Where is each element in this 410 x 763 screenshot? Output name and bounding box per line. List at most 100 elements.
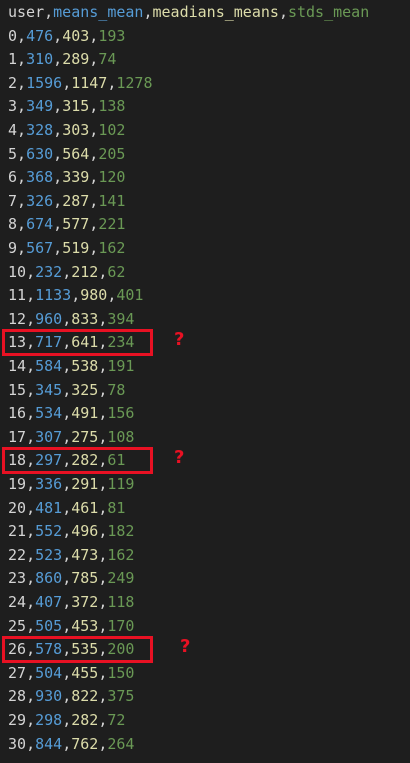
csv-row[interactable]: 27,504,455,150 [8,662,134,686]
csv-row[interactable]: 12,960,833,394 [8,308,134,332]
csv-separator: , [89,191,99,210]
csv-row[interactable]: 23,860,785,249 [8,567,134,591]
csv-separator: , [98,475,108,493]
csv-separator: , [26,569,36,588]
csv-row[interactable]: 0,476,403,193 [8,25,125,49]
csv-row[interactable]: 17,307,275,108 [8,426,134,450]
csv-cell: 162 [98,239,126,257]
csv-row[interactable]: 5,630,564,205 [8,143,125,167]
csv-separator: , [53,215,63,234]
csv-cell: 1596 [26,73,63,92]
csv-row[interactable]: 30,844,762,264 [8,733,134,757]
csv-cell: 980 [80,286,108,305]
csv-header-line[interactable]: user,means_mean,meadians_means,stds_mean [8,1,369,25]
csv-cell: 564 [62,144,90,163]
csv-separator: , [98,593,108,611]
csv-cell: 552 [35,522,63,541]
csv-cell: 844 [35,734,63,753]
csv-editor[interactable]: user,means_mean,meadians_means,stds_mean… [0,0,410,763]
csv-separator: , [98,404,108,423]
csv-cell: 81 [107,498,126,517]
csv-row[interactable]: 8,674,577,221 [8,213,125,237]
highlight-box [2,447,153,474]
csv-cell: means_mean [53,3,144,21]
csv-row[interactable]: 3,349,315,138 [8,95,125,119]
csv-row[interactable]: 4,328,303,102 [8,119,125,143]
csv-row[interactable]: 29,298,282,72 [8,709,125,733]
csv-separator: , [98,616,108,635]
csv-row[interactable]: 6,368,339,120 [8,166,125,190]
csv-separator: , [53,26,63,45]
csv-row[interactable]: 24,407,372,118 [8,591,134,615]
csv-separator: , [26,616,36,635]
csv-cell: 1278 [116,73,153,92]
csv-separator: , [26,309,36,328]
csv-row[interactable]: 11,1133,980,401 [8,284,143,308]
csv-cell: 74 [98,50,117,69]
csv-cell: 8 [8,215,18,234]
question-mark-annotation: ? [174,329,185,351]
csv-row[interactable]: 22,523,473,162 [8,544,134,568]
csv-row[interactable]: 10,232,212,62 [8,261,125,285]
csv-cell: 287 [62,191,90,210]
csv-cell: 577 [62,215,90,234]
csv-row[interactable]: 19,336,291,119 [8,473,134,497]
csv-separator: , [89,97,99,116]
csv-cell: 303 [62,121,90,139]
csv-cell: 108 [107,427,135,446]
csv-cell: 326 [26,191,54,210]
csv-cell: 15 [8,380,27,399]
csv-cell: 62 [107,262,126,281]
csv-separator: , [62,687,72,706]
csv-cell: stds_mean [287,3,370,21]
csv-cell: 28 [8,687,27,706]
csv-separator: , [53,144,63,163]
csv-cell: 21 [8,522,27,541]
csv-cell: meadians_means [152,3,279,21]
csv-cell: 496 [71,522,99,541]
csv-separator: , [62,522,72,541]
csv-cell: 5 [8,144,18,163]
csv-separator: , [62,404,72,423]
csv-cell: 538 [71,357,99,375]
csv-cell: 630 [26,144,54,163]
csv-cell: 22 [8,545,27,564]
csv-row[interactable]: 15,345,325,78 [8,379,125,403]
csv-separator: , [98,522,108,541]
csv-row[interactable]: 7,326,287,141 [8,190,125,214]
csv-row[interactable]: 9,567,519,162 [8,237,125,261]
csv-separator: , [26,262,36,281]
csv-separator: , [53,97,63,116]
csv-separator: , [17,50,27,69]
csv-cell: 25 [8,616,27,635]
csv-cell: 307 [35,427,63,446]
csv-separator: , [17,215,27,234]
csv-row[interactable]: 25,505,453,170 [8,615,134,639]
csv-row[interactable]: 2,1596,1147,1278 [8,72,153,96]
csv-separator: , [17,73,27,92]
csv-cell: 193 [98,26,126,45]
csv-cell: 298 [35,711,63,729]
csv-cell: 345 [35,380,63,399]
csv-cell: 491 [71,404,99,423]
csv-cell: 17 [8,427,27,446]
csv-cell: 264 [107,734,135,753]
csv-cell: 785 [71,569,99,588]
csv-row[interactable]: 20,481,461,81 [8,497,125,521]
csv-cell: 24 [8,593,27,611]
csv-cell: 930 [35,687,63,706]
csv-row[interactable]: 28,930,822,375 [8,685,134,709]
csv-row[interactable]: 21,552,496,182 [8,520,134,544]
csv-separator: , [26,498,36,517]
csv-cell: 960 [35,309,63,328]
csv-cell: 325 [71,380,99,399]
csv-separator: , [26,711,36,729]
csv-row[interactable]: 1,310,289,74 [8,48,116,72]
csv-cell: 249 [107,569,135,588]
csv-row[interactable]: 16,534,491,156 [8,402,134,426]
csv-row[interactable]: 14,584,538,191 [8,355,134,379]
csv-separator: , [53,121,63,139]
csv-cell: 20 [8,498,27,517]
csv-separator: , [53,191,63,210]
csv-separator: , [62,475,72,493]
